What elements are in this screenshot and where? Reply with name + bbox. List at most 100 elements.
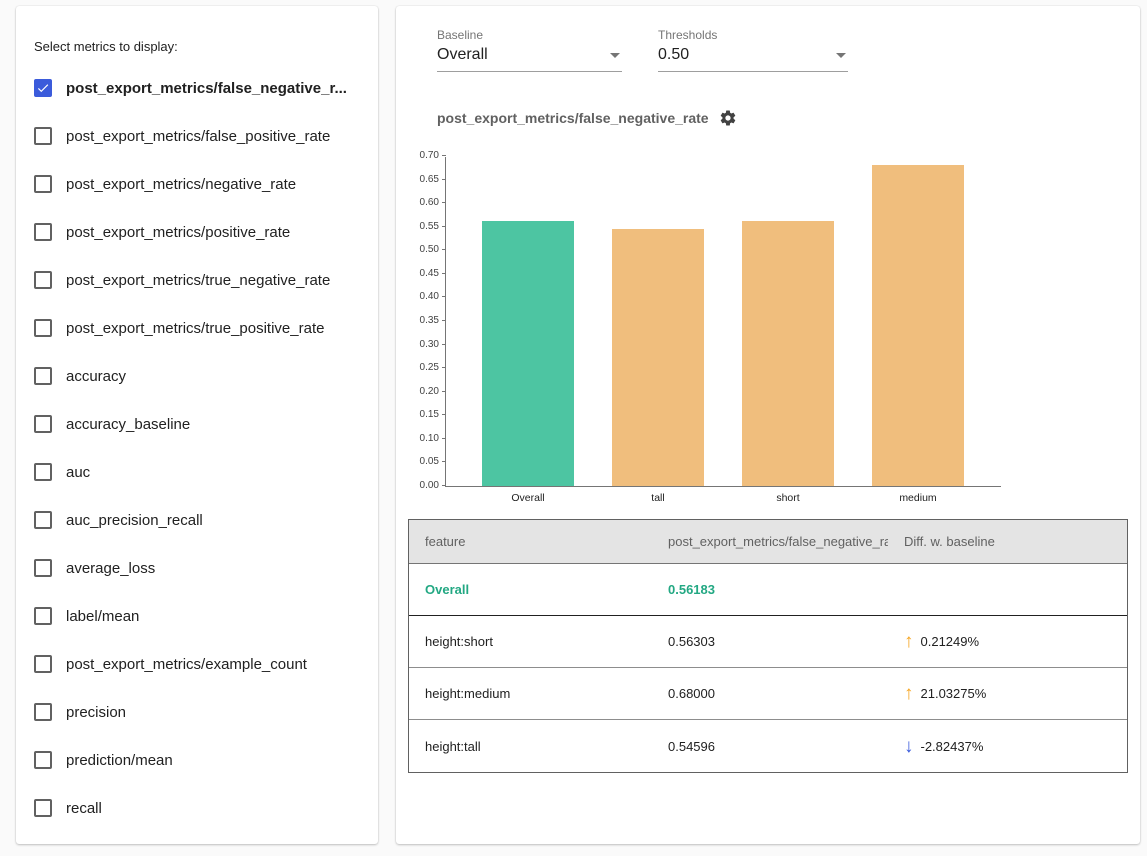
- table-row[interactable]: height:medium0.68000↑21.03275%: [409, 668, 1127, 720]
- metric-item[interactable]: label/mean: [34, 592, 372, 640]
- metric-item[interactable]: precision: [34, 688, 372, 736]
- checkbox-unchecked-icon[interactable]: [34, 511, 52, 529]
- checkbox-unchecked-icon[interactable]: [34, 127, 52, 145]
- y-axis-tick: [442, 226, 446, 227]
- metric-item[interactable]: post_export_metrics/true_negative_rate: [34, 256, 372, 304]
- col-header-metric: post_export_metrics/false_negative_rat..…: [652, 534, 888, 549]
- metric-item[interactable]: post_export_metrics/false_negative_r...: [34, 64, 372, 112]
- bar-tall[interactable]: [612, 229, 704, 486]
- metric-label: accuracy: [66, 368, 126, 385]
- feature-cell: height:tall: [409, 739, 652, 754]
- y-axis-tick: [442, 320, 446, 321]
- y-axis-tick: [442, 414, 446, 415]
- checkbox-unchecked-icon[interactable]: [34, 271, 52, 289]
- metric-item[interactable]: accuracy_baseline: [34, 400, 372, 448]
- metric-label: recall: [66, 800, 102, 817]
- y-axis-tick-label: 0.70: [405, 150, 439, 162]
- diff-value: 21.03275%: [921, 686, 987, 701]
- table-row[interactable]: height:tall0.54596↓-2.82437%: [409, 720, 1127, 772]
- checkbox-unchecked-icon[interactable]: [34, 367, 52, 385]
- metrics-list: post_export_metrics/false_negative_r...p…: [34, 64, 372, 832]
- thresholds-select-label: Thresholds: [658, 28, 848, 42]
- table-row[interactable]: height:short0.56303 ↑ 0.21249%: [409, 616, 1127, 668]
- dropdown-arrow-icon[interactable]: [836, 53, 846, 58]
- metric-label: auc: [66, 464, 90, 481]
- y-axis-tick-label: 0.55: [405, 221, 439, 233]
- checkbox-unchecked-icon[interactable]: [34, 703, 52, 721]
- up-arrow-icon: ↑: [904, 684, 914, 703]
- diff-cell: ↑ 0.21249%: [888, 632, 1127, 651]
- metric-label: average_loss: [66, 560, 155, 577]
- y-axis-tick: [442, 296, 446, 297]
- baseline-select-label: Baseline: [437, 28, 622, 42]
- checkbox-unchecked-icon[interactable]: [34, 751, 52, 769]
- bar-short[interactable]: [742, 221, 834, 486]
- col-header-feature: feature: [409, 534, 652, 549]
- metric-label: post_export_metrics/positive_rate: [66, 224, 290, 241]
- thresholds-select[interactable]: Thresholds 0.50: [658, 28, 848, 72]
- metric-label: post_export_metrics/false_negative_r...: [66, 80, 347, 97]
- results-panel: Baseline Overall Thresholds 0.50 post_ex…: [396, 6, 1140, 844]
- checkbox-unchecked-icon[interactable]: [34, 607, 52, 625]
- diff-value: -2.82437%: [921, 739, 984, 754]
- chart-title: post_export_metrics/false_negative_rate: [437, 110, 709, 126]
- metric-label: post_export_metrics/true_negative_rate: [66, 272, 330, 289]
- metric-item[interactable]: post_export_metrics/positive_rate: [34, 208, 372, 256]
- metric-item[interactable]: auc: [34, 448, 372, 496]
- metric-item[interactable]: post_export_metrics/negative_rate: [34, 160, 372, 208]
- dropdown-arrow-icon[interactable]: [610, 53, 620, 58]
- checkbox-unchecked-icon[interactable]: [34, 415, 52, 433]
- y-axis-tick-label: 0.50: [405, 244, 439, 256]
- metric-item[interactable]: accuracy: [34, 352, 372, 400]
- metrics-selector-panel: Select metrics to display: post_export_m…: [16, 6, 378, 844]
- checkbox-unchecked-icon[interactable]: [34, 223, 52, 241]
- y-axis-tick: [442, 179, 446, 180]
- down-arrow-icon: ↓: [904, 737, 914, 756]
- checkbox-unchecked-icon[interactable]: [34, 655, 52, 673]
- checkbox-unchecked-icon[interactable]: [34, 175, 52, 193]
- baseline-select[interactable]: Baseline Overall: [437, 28, 622, 72]
- y-axis-tick: [442, 461, 446, 462]
- metric-item[interactable]: post_export_metrics/example_count: [34, 640, 372, 688]
- metrics-table: feature post_export_metrics/false_negati…: [408, 519, 1128, 773]
- bar-Overall[interactable]: [482, 221, 574, 486]
- y-axis-tick: [442, 249, 446, 250]
- checkbox-checked-icon[interactable]: [34, 79, 52, 97]
- metric-item[interactable]: post_export_metrics/true_positive_rate: [34, 304, 372, 352]
- metric-item[interactable]: average_loss: [34, 544, 372, 592]
- col-header-diff: Diff. w. baseline: [888, 534, 1127, 549]
- y-axis-tick-label: 0.35: [405, 315, 439, 327]
- thresholds-select-value: 0.50: [658, 46, 689, 64]
- bar-medium[interactable]: [872, 165, 964, 486]
- y-axis-tick: [442, 155, 446, 156]
- metric-item[interactable]: auc_precision_recall: [34, 496, 372, 544]
- table-header-row: feature post_export_metrics/false_negati…: [409, 520, 1127, 564]
- diff-cell: ↓ -2.82437%: [888, 737, 1127, 756]
- settings-gear-icon[interactable]: [719, 109, 737, 127]
- checkbox-unchecked-icon[interactable]: [34, 463, 52, 481]
- checkbox-unchecked-icon[interactable]: [34, 559, 52, 577]
- checkbox-unchecked-icon[interactable]: [34, 319, 52, 337]
- metric-item[interactable]: post_export_metrics/false_positive_rate: [34, 112, 372, 160]
- x-axis-tick-label: Overall: [468, 492, 588, 504]
- up-arrow-icon: ↑: [904, 632, 914, 651]
- metric-item[interactable]: recall: [34, 784, 372, 832]
- metric-value-cell: 0.56303: [652, 634, 888, 649]
- metric-label: post_export_metrics/true_positive_rate: [66, 320, 324, 337]
- diff-value: 0.21249%: [921, 634, 980, 649]
- feature-cell: height:short: [409, 634, 652, 649]
- y-axis-tick-label: 0.00: [405, 480, 439, 492]
- y-axis-tick-label: 0.25: [405, 362, 439, 374]
- table-row[interactable]: Overall0.56183: [409, 564, 1127, 616]
- y-axis-tick: [442, 391, 446, 392]
- checkbox-unchecked-icon[interactable]: [34, 799, 52, 817]
- metric-value-cell: 0.68000: [652, 686, 888, 701]
- chart-header: post_export_metrics/false_negative_rate: [437, 109, 737, 127]
- y-axis-tick: [442, 438, 446, 439]
- metric-label: post_export_metrics/example_count: [66, 656, 307, 673]
- y-axis-tick-label: 0.15: [405, 409, 439, 421]
- metric-label: post_export_metrics/false_positive_rate: [66, 128, 330, 145]
- y-axis-tick-label: 0.05: [405, 456, 439, 468]
- metric-label: accuracy_baseline: [66, 416, 190, 433]
- metric-item[interactable]: prediction/mean: [34, 736, 372, 784]
